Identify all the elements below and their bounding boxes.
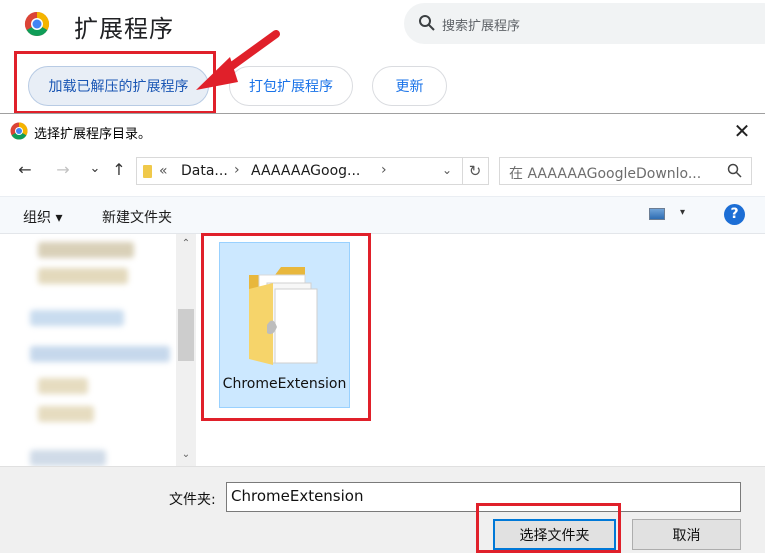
select-folder-dialog: 选择扩展程序目录。 ✕ ← → ⌄ ↑ « Data... › AAAAAAGo… (0, 113, 765, 553)
extensions-search-bar[interactable]: 搜索扩展程序 (404, 3, 765, 44)
breadcrumb-folder[interactable]: AAAAAAGoog... (251, 163, 360, 179)
update-button[interactable]: 更新 (372, 66, 447, 106)
up-folder-icon[interactable]: ↑ (108, 160, 130, 179)
chevron-right-icon[interactable]: › (381, 162, 387, 178)
view-options-icon[interactable] (649, 208, 665, 220)
folder-search-input[interactable]: 在 AAAAAAGoogleDownlo... (499, 157, 752, 185)
cancel-button[interactable]: 取消 (632, 519, 741, 550)
chrome-logo-icon (24, 11, 50, 37)
highlight-folder-item (201, 233, 371, 421)
refresh-icon[interactable]: ↻ (462, 157, 489, 185)
address-dropdown-icon[interactable]: ⌄ (442, 163, 452, 177)
dialog-titlebar: 选择扩展程序目录。 ✕ (0, 114, 765, 148)
red-arrow-annotation (196, 30, 280, 90)
page-title: 扩展程序 (74, 15, 174, 43)
chrome-small-icon (10, 122, 28, 140)
folder-search-placeholder: 在 AAAAAAGoogleDownlo... (509, 166, 702, 182)
folder-small-icon (143, 165, 152, 178)
dialog-footer: 文件夹: ChromeExtension 选择文件夹 取消 (0, 466, 765, 553)
search-placeholder: 搜索扩展程序 (442, 19, 521, 34)
dialog-toolbar: 组织 ▾ 新建文件夹 ▾ ? (0, 196, 765, 234)
address-bar[interactable]: « Data... › AAAAAAGoog... › ⌄ (136, 157, 463, 185)
breadcrumb-overflow[interactable]: « (159, 163, 168, 179)
dialog-title: 选择扩展程序目录。 (34, 127, 152, 142)
recent-locations-icon[interactable]: ⌄ (84, 161, 106, 176)
navigation-pane[interactable] (0, 234, 196, 466)
nav-scrollbar-thumb[interactable] (178, 309, 194, 361)
scroll-down-icon[interactable]: ⌄ (176, 446, 196, 464)
folder-field-label: 文件夹: (169, 492, 216, 508)
forward-icon[interactable]: → (52, 160, 74, 179)
new-folder-button[interactable]: 新建文件夹 (102, 207, 172, 227)
search-icon (727, 163, 742, 178)
scroll-up-icon[interactable]: ⌃ (176, 235, 196, 253)
chevron-right-icon[interactable]: › (234, 162, 240, 178)
close-icon[interactable]: ✕ (728, 118, 756, 146)
help-icon[interactable]: ? (724, 204, 745, 225)
back-icon[interactable]: ← (14, 160, 36, 179)
search-icon (419, 15, 435, 31)
organize-menu[interactable]: 组织 ▾ (23, 207, 62, 227)
dialog-navigation-bar: ← → ⌄ ↑ « Data... › AAAAAAGoog... › ⌄ ↻ … (0, 152, 765, 190)
view-dropdown-icon[interactable]: ▾ (680, 207, 685, 218)
highlight-select-folder (476, 503, 621, 553)
breadcrumb-data[interactable]: Data... (181, 163, 228, 179)
